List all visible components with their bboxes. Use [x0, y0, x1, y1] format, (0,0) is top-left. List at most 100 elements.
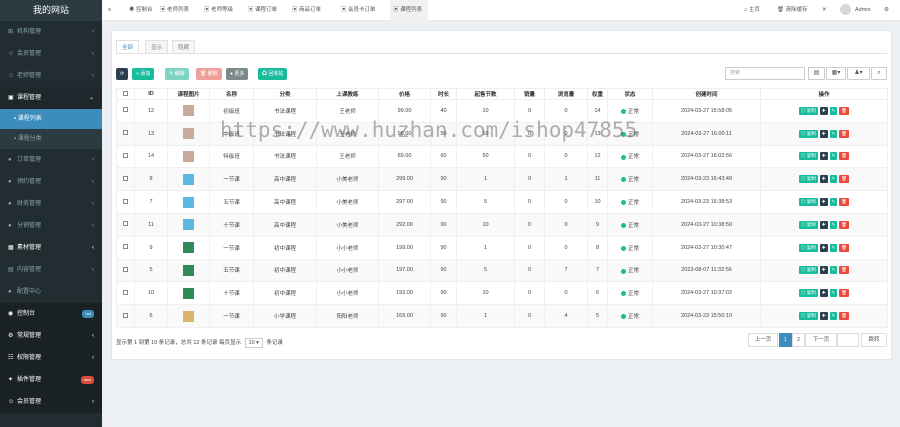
- edit-icon[interactable]: ✎: [829, 106, 838, 115]
- page-size-select[interactable]: 10 ▾: [244, 338, 263, 348]
- tab-4[interactable]: ▣ 商品订单: [289, 0, 333, 21]
- next-page-button[interactable]: 下一页: [805, 333, 837, 347]
- toolbar-button[interactable]: ⟳: [116, 68, 129, 80]
- user-menu[interactable]: Admin: [840, 0, 871, 21]
- row-checkbox[interactable]: [123, 107, 128, 113]
- sidebar-subitem[interactable]: ▪ 课程分类: [0, 129, 102, 149]
- copy-button[interactable]: ◎ 复制: [798, 129, 818, 138]
- status-tab[interactable]: 显示: [145, 40, 169, 54]
- table-row[interactable]: 10 十节课 初中课程 小小老师 192.00 90 10 0 0 6 正常 2024-03-27 1…: [116, 281, 888, 306]
- tab-2[interactable]: ▣ 老师等级: [201, 0, 241, 21]
- tab-5[interactable]: ▣ 会员卡订单: [338, 0, 386, 21]
- row-checkbox[interactable]: [123, 175, 128, 181]
- delete-icon[interactable]: 🗑: [839, 129, 850, 138]
- page-jump-input[interactable]: [837, 333, 859, 347]
- delete-icon[interactable]: 🗑: [839, 106, 850, 115]
- sidebar-item[interactable]: ● 预约管理 ‹: [0, 171, 102, 193]
- sidebar-item[interactable]: ● 订单管理 ‹: [0, 149, 102, 171]
- edit-icon[interactable]: ✎: [829, 129, 838, 138]
- sidebar-item[interactable]: ✦ 插件管理 new: [0, 369, 102, 391]
- toolbar-button[interactable]: 🗑 删除: [196, 68, 222, 80]
- select-all-checkbox[interactable]: [123, 90, 128, 96]
- delete-icon[interactable]: 🗑: [839, 243, 850, 252]
- sidebar-item[interactable]: ▤ 内容管理 ‹: [0, 259, 102, 281]
- row-checkbox[interactable]: [123, 130, 128, 136]
- move-icon[interactable]: ✚: [819, 243, 828, 252]
- delete-icon[interactable]: 🗑: [839, 175, 850, 184]
- sidebar-item[interactable]: ☺ 会员管理 ‹: [0, 43, 102, 65]
- settings-icon[interactable]: ⚙: [884, 0, 889, 21]
- move-icon[interactable]: ✚: [819, 198, 828, 207]
- copy-button[interactable]: ◎ 复制: [798, 106, 818, 115]
- sidebar-subitem[interactable]: ▪ 课程列表: [0, 109, 102, 129]
- move-icon[interactable]: ✚: [819, 152, 828, 161]
- clear-cache-link[interactable]: 🗑 清除缓存: [777, 0, 808, 21]
- move-icon[interactable]: ✚: [819, 129, 828, 138]
- delete-icon[interactable]: 🗑: [839, 152, 850, 161]
- row-checkbox[interactable]: [123, 221, 128, 227]
- tool-icon[interactable]: ♟▾: [847, 67, 870, 80]
- edit-icon[interactable]: ✎: [829, 175, 838, 184]
- sidebar-item[interactable]: ☺ 会员管理 ‹: [0, 391, 102, 413]
- move-icon[interactable]: ✚: [819, 312, 828, 321]
- tool-icon[interactable]: ▤: [808, 67, 825, 80]
- copy-button[interactable]: ◎ 复制: [798, 312, 818, 321]
- sidebar-item[interactable]: ● 分销管理 ‹: [0, 215, 102, 237]
- tab-3[interactable]: ▣ 课程订单: [245, 0, 285, 21]
- move-icon[interactable]: ✚: [819, 106, 828, 115]
- edit-icon[interactable]: ✎: [829, 243, 838, 252]
- sidebar-item[interactable]: ● 财务管理 ‹: [0, 193, 102, 215]
- move-icon[interactable]: ✚: [819, 175, 828, 184]
- row-checkbox[interactable]: [123, 152, 128, 158]
- home-link[interactable]: ⌂ 主页: [744, 0, 760, 21]
- edit-icon[interactable]: ✎: [829, 220, 838, 229]
- edit-icon[interactable]: ✎: [829, 198, 838, 207]
- delete-icon[interactable]: 🗑: [839, 312, 850, 321]
- table-row[interactable]: 14 特级班 书法课程 王老师 89.00 60 50 0 0 12 正常 2024-03-27 16…: [116, 144, 888, 169]
- sidebar-item[interactable]: ▦ 素材管理 ‹: [0, 237, 102, 259]
- copy-button[interactable]: ◎ 复制: [798, 266, 818, 275]
- tab-6[interactable]: ▣ 课程列表: [390, 0, 428, 21]
- copy-button[interactable]: ◎ 复制: [798, 220, 818, 229]
- table-row[interactable]: 6 一节课 小学课程 阳阳老师 169.00 90 1 0 4 5 正常 2024-03-23 15:…: [116, 304, 888, 328]
- sidebar-item[interactable]: ☺ 老师管理 ‹: [0, 65, 102, 87]
- sidebar-item[interactable]: ● 配置中心: [0, 281, 102, 303]
- edit-icon[interactable]: ✎: [829, 152, 838, 161]
- page-button[interactable]: 1: [779, 333, 792, 347]
- toolbar-button[interactable]: + 添加: [132, 68, 155, 80]
- copy-button[interactable]: ◎ 复制: [798, 198, 818, 207]
- site-logo[interactable]: 我的网站: [0, 0, 102, 21]
- menu-toggle-icon[interactable]: ≡: [108, 0, 111, 21]
- copy-button[interactable]: ◎ 复制: [798, 175, 818, 184]
- table-row[interactable]: 5 五节课 初中课程 小小老师 197.00 90 5 0 7 7 正常 2023-08-07 11:…: [116, 258, 888, 283]
- tab-0[interactable]: ◉ 控制台: [126, 0, 154, 21]
- sidebar-item[interactable]: ◉ 控制台 hot: [0, 303, 102, 325]
- status-tab[interactable]: 全部: [116, 40, 140, 54]
- table-row[interactable]: 7 五节课 高中课程 小美老师 297.00 90 5 0 0 10 正常 2024-03-23 16…: [116, 190, 888, 214]
- delete-icon[interactable]: 🗑: [839, 198, 850, 207]
- delete-icon[interactable]: 🗑: [839, 266, 850, 275]
- tool-icon[interactable]: ▦▾: [826, 67, 846, 80]
- toolbar-button[interactable]: ♻ 回收站: [258, 68, 288, 80]
- copy-button[interactable]: ◎ 复制: [798, 152, 818, 161]
- row-checkbox[interactable]: [123, 266, 128, 272]
- fullscreen-icon[interactable]: ✕: [822, 0, 827, 21]
- search-input[interactable]: 搜索: [725, 67, 805, 80]
- table-row[interactable]: 9 一节课 初中课程 小小老师 199.00 90 1 0 0 8 正常 2024-03-27 10:…: [116, 235, 888, 260]
- row-checkbox[interactable]: [123, 244, 128, 250]
- move-icon[interactable]: ✚: [819, 266, 828, 275]
- move-icon[interactable]: ✚: [819, 220, 828, 229]
- tool-icon[interactable]: ⌕: [871, 67, 887, 80]
- sidebar-item[interactable]: ▣ 课程管理 ⌄: [0, 87, 102, 109]
- tab-1[interactable]: ▣ 老师列表: [157, 0, 197, 21]
- copy-button[interactable]: ◎ 复制: [798, 243, 818, 252]
- toolbar-button[interactable]: ● 更多: [226, 68, 249, 80]
- table-row[interactable]: 11 十节课 高中课程 小美老师 292.00 90 10 0 0 9 正常 2024-03-27 1…: [116, 212, 888, 237]
- delete-icon[interactable]: 🗑: [839, 289, 850, 298]
- sidebar-item[interactable]: ☷ 权限管理 ‹: [0, 347, 102, 369]
- row-checkbox[interactable]: [123, 289, 128, 295]
- edit-icon[interactable]: ✎: [829, 312, 838, 321]
- row-checkbox[interactable]: [123, 198, 128, 204]
- move-icon[interactable]: ✚: [819, 289, 828, 298]
- edit-icon[interactable]: ✎: [829, 266, 838, 275]
